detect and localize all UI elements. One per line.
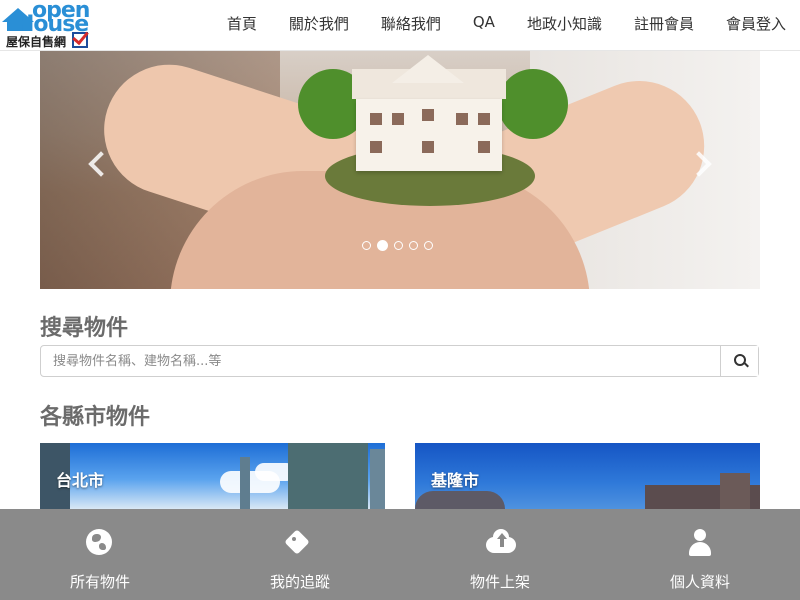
window xyxy=(478,141,490,153)
carousel-dot[interactable] xyxy=(362,241,371,250)
search-input[interactable] xyxy=(41,346,721,376)
city-card-taipei[interactable]: 台北市 xyxy=(40,443,385,509)
window xyxy=(478,113,490,125)
bottom-nav-all-listings[interactable]: 所有物件 xyxy=(0,509,200,600)
nav-land-knowledge[interactable]: 地政小知識 xyxy=(527,13,602,34)
user-icon xyxy=(686,529,714,557)
carousel-indicators xyxy=(362,240,433,251)
city-name: 台北市 xyxy=(56,471,105,490)
bottom-nav-label: 我的追蹤 xyxy=(269,573,330,591)
nav-register[interactable]: 註冊會員 xyxy=(634,13,694,34)
hero-carousel xyxy=(40,51,760,289)
nav-about[interactable]: 關於我們 xyxy=(289,13,349,34)
window xyxy=(370,141,382,153)
search-button[interactable] xyxy=(720,346,758,376)
search-section-title: 搜尋物件 xyxy=(40,316,129,341)
globe-icon xyxy=(86,529,114,557)
window xyxy=(422,141,434,153)
bottom-nav-my-tracking[interactable]: 我的追蹤 xyxy=(200,509,400,600)
bottom-nav-label: 物件上架 xyxy=(469,573,530,591)
search-form xyxy=(40,345,759,377)
tag-icon xyxy=(284,529,314,557)
cloud-upload-icon xyxy=(486,529,516,557)
bottom-nav-profile[interactable]: 個人資料 xyxy=(600,509,800,600)
model-house-gable xyxy=(392,55,464,83)
nav-home[interactable]: 首頁 xyxy=(227,13,257,34)
city-card-keelung[interactable]: 基隆市 xyxy=(415,443,760,509)
main-nav: 首頁 關於我們 聯絡我們 QA 地政小知識 註冊會員 會員登入 xyxy=(195,13,786,34)
window xyxy=(422,109,434,121)
tree-right xyxy=(498,69,568,139)
site-logo[interactable]: open House 屋保自售網 xyxy=(2,0,90,49)
tower-shape xyxy=(720,473,750,509)
model-house-body xyxy=(356,99,502,171)
window xyxy=(392,113,404,125)
nav-login[interactable]: 會員登入 xyxy=(726,13,786,34)
building-shape xyxy=(288,443,368,509)
bottom-nav-label: 所有物件 xyxy=(69,573,130,591)
nav-contact[interactable]: 聯絡我們 xyxy=(381,13,441,34)
carousel-dot[interactable] xyxy=(409,241,418,250)
hill-shape xyxy=(415,491,505,509)
carousel-dot[interactable] xyxy=(394,241,403,250)
window xyxy=(456,113,468,125)
bottom-nav: 所有物件 我的追蹤 物件上架 個人資料 xyxy=(0,509,800,600)
cities-section-title: 各縣市物件 xyxy=(40,405,151,430)
logo-tagline: 屋保自售網 xyxy=(6,35,67,49)
bottom-nav-label: 個人資料 xyxy=(669,573,730,591)
taipei101-shape xyxy=(240,457,250,509)
header: open House 屋保自售網 首頁 關於我們 聯絡我們 QA 地政小知識 註… xyxy=(0,0,800,51)
bottom-nav-upload-listing[interactable]: 物件上架 xyxy=(400,509,600,600)
building-shape xyxy=(370,449,385,509)
window xyxy=(370,113,382,125)
nav-qa[interactable]: QA xyxy=(473,13,495,34)
carousel-dot-active[interactable] xyxy=(377,240,388,251)
checkbox-icon xyxy=(72,32,88,48)
search-icon xyxy=(734,354,746,366)
city-name: 基隆市 xyxy=(431,471,480,490)
carousel-dot[interactable] xyxy=(424,241,433,250)
